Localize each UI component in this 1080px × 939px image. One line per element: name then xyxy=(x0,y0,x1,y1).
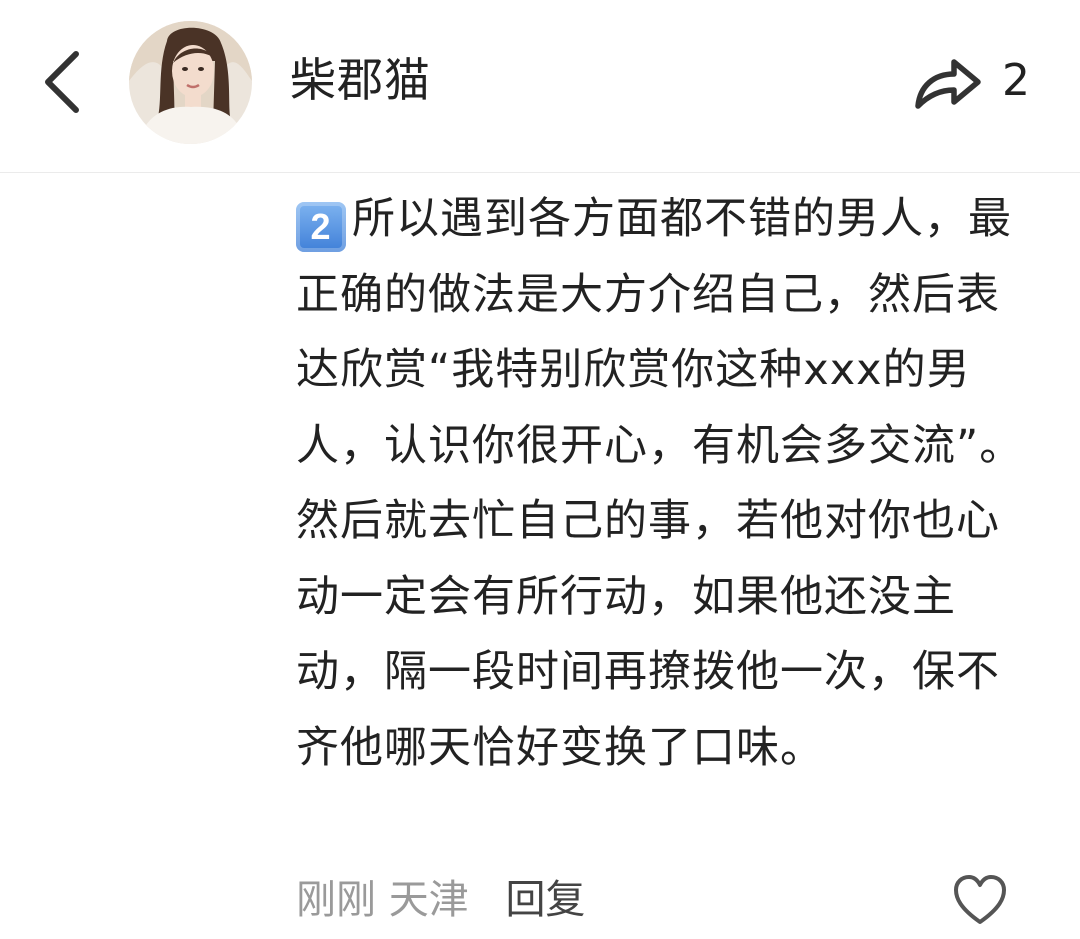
chevron-left-icon xyxy=(45,51,79,113)
share-count: 2 xyxy=(1002,55,1030,106)
heart-outline-icon xyxy=(954,875,1006,924)
comment-text-block: 2 所以遇到各方面都不错的男人，最正确的做法是大方介绍自己，然后表达欣赏“我特别欣… xyxy=(296,182,1036,786)
back-button[interactable] xyxy=(36,44,92,120)
comment-detail-header: 柴郡猫 2 xyxy=(0,0,1080,173)
comment-text: 所以遇到各方面都不错的男人，最正确的做法是大方介绍自己，然后表达欣赏“我特别欣赏… xyxy=(296,194,1024,773)
location: 天津 xyxy=(388,877,469,923)
username[interactable]: 柴郡猫 xyxy=(290,52,431,108)
reply-button[interactable]: 回复 xyxy=(505,877,585,923)
comment-footer: 刚刚 天津 回复 xyxy=(296,872,585,928)
share-arrow-icon xyxy=(915,59,981,109)
avatar[interactable] xyxy=(129,21,252,144)
share-button[interactable] xyxy=(908,40,988,120)
like-button[interactable] xyxy=(950,872,1010,928)
keycap-number-badge: 2 xyxy=(296,202,346,252)
timestamp: 刚刚 xyxy=(296,877,376,923)
